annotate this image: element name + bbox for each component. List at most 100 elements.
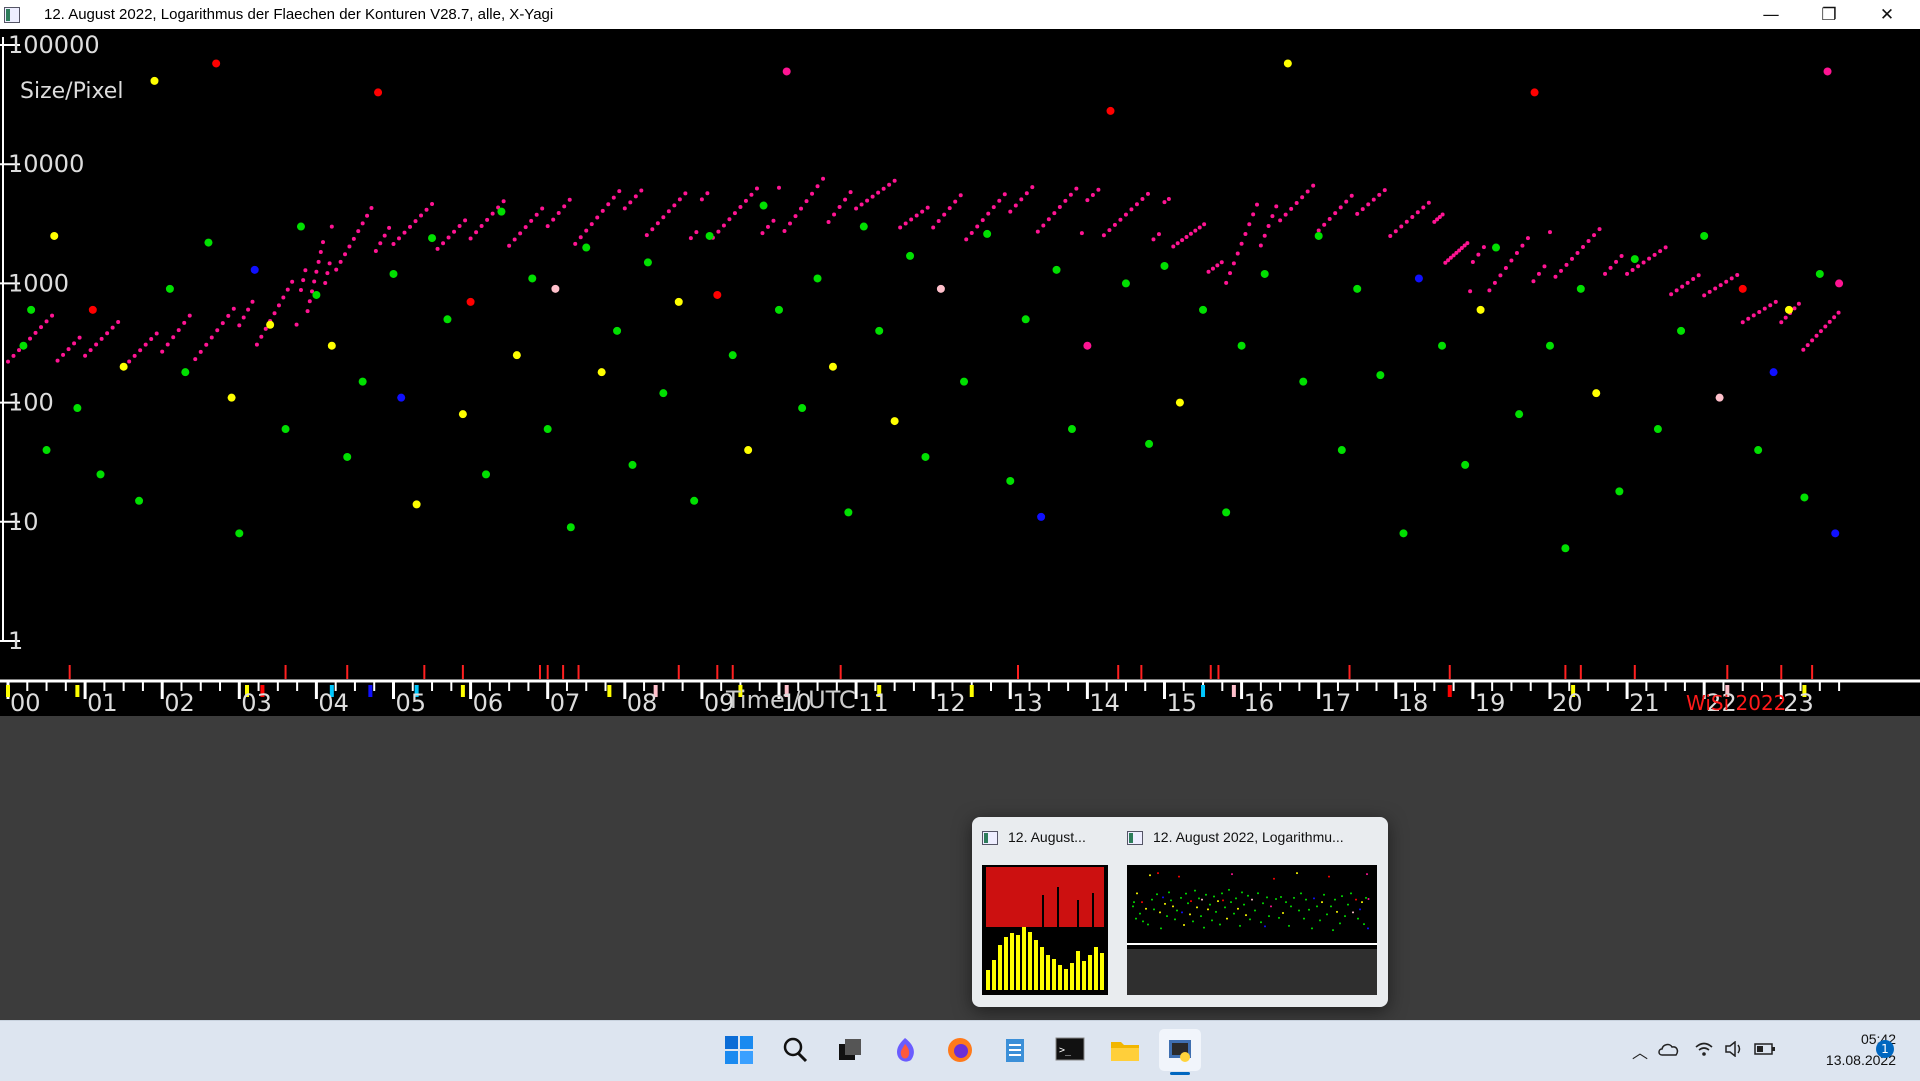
band-point	[699, 197, 704, 202]
x-tick-label: 08	[627, 689, 658, 716]
thumbnail-point	[1363, 923, 1365, 926]
browser-button[interactable]	[884, 1029, 926, 1071]
search-button[interactable]	[774, 1029, 816, 1071]
notepad-button[interactable]	[994, 1029, 1036, 1071]
band-point	[1729, 276, 1734, 281]
band-point	[1283, 212, 1288, 217]
thumbnail-point	[1341, 895, 1343, 898]
thumbnail-point	[1326, 913, 1328, 916]
band-point	[1035, 229, 1040, 234]
band-point	[854, 206, 859, 211]
band-point	[323, 281, 328, 286]
data-point	[528, 274, 537, 283]
band-point	[55, 358, 60, 363]
band-point	[204, 342, 209, 347]
start-button[interactable]	[718, 1029, 760, 1071]
data-point	[859, 222, 868, 231]
data-point	[1815, 269, 1824, 278]
data-point	[312, 290, 321, 299]
band-point	[749, 192, 754, 197]
thumbnail-point	[1323, 893, 1325, 896]
band-point	[997, 198, 1002, 203]
data-point	[1515, 410, 1524, 419]
band-point	[914, 213, 919, 218]
x-tick-label: 03	[241, 689, 272, 716]
thumbnail-point	[1162, 896, 1164, 899]
thumbnail-point	[1268, 915, 1270, 918]
preview-tab-1[interactable]: 12. August...	[982, 829, 1086, 849]
thumbnail-point	[1209, 903, 1211, 906]
firefox-button[interactable]	[939, 1029, 981, 1071]
band-point	[463, 218, 468, 223]
band-point	[1570, 256, 1575, 261]
wifi-icon[interactable]	[1694, 1041, 1714, 1057]
data-point	[443, 315, 452, 324]
battery-icon[interactable]	[1754, 1043, 1776, 1055]
preview-thumbnail-2[interactable]	[1127, 865, 1377, 995]
thumbnail-point	[1308, 908, 1310, 911]
thumbnail-point	[1290, 905, 1292, 908]
band-point	[356, 229, 361, 234]
notification-badge[interactable]: 1	[1876, 1040, 1894, 1058]
thumbnail-point	[1330, 905, 1332, 908]
thumbnail-point	[1151, 898, 1153, 901]
band-point	[430, 201, 435, 206]
band-point	[1243, 231, 1248, 236]
band-point	[534, 212, 539, 217]
data-point	[327, 341, 336, 350]
band-point	[66, 347, 71, 352]
data-point	[1052, 265, 1061, 274]
band-point	[343, 252, 348, 257]
band-point	[1175, 241, 1180, 246]
band-point	[176, 328, 181, 333]
band-point	[237, 323, 242, 328]
band-point	[611, 195, 616, 200]
band-point	[600, 208, 605, 213]
thumbnail-point	[1332, 929, 1334, 932]
band-point	[1274, 204, 1279, 209]
thumbnail-point	[1189, 913, 1191, 916]
band-point	[1140, 197, 1145, 202]
band-point	[870, 194, 875, 199]
band-point	[716, 229, 721, 234]
band-point	[1707, 289, 1712, 294]
task-view-button[interactable]	[829, 1029, 871, 1071]
preview-tab-2[interactable]: 12. August 2022, Logarithmu...	[1127, 829, 1344, 849]
band-point	[644, 233, 649, 238]
band-point	[402, 230, 407, 235]
restore-button[interactable]: ❐	[1800, 0, 1858, 29]
preview-thumbnail-1[interactable]	[982, 865, 1108, 995]
band-point	[1470, 260, 1475, 265]
thumbnail-point	[1350, 892, 1352, 895]
band-point	[633, 194, 638, 199]
onedrive-icon[interactable]	[1658, 1042, 1680, 1056]
speaker-icon[interactable]	[1724, 1041, 1744, 1057]
data-point	[389, 269, 398, 278]
thumbnail-point	[1251, 898, 1253, 901]
band-point	[892, 178, 897, 183]
band-point	[898, 225, 903, 230]
thumbnail-point	[1260, 921, 1262, 924]
band-point	[1289, 206, 1294, 211]
band-point	[1251, 212, 1256, 217]
band-point	[1542, 264, 1547, 269]
terminal-button[interactable]: >_	[1049, 1029, 1091, 1071]
band-point	[17, 348, 22, 353]
band-point	[226, 313, 231, 318]
file-explorer-button[interactable]	[1104, 1029, 1146, 1071]
data-point	[1283, 59, 1292, 68]
band-point	[1239, 241, 1244, 246]
minimize-button[interactable]: —	[1742, 0, 1800, 29]
data-point	[1237, 341, 1246, 350]
band-point	[1300, 195, 1305, 200]
data-point	[458, 410, 467, 419]
python-app-button[interactable]	[1159, 1029, 1201, 1075]
close-button[interactable]: ✕	[1858, 0, 1916, 29]
band-point	[1581, 245, 1586, 250]
band-point	[441, 241, 446, 246]
chevron-up-icon[interactable]: ︿	[1632, 1039, 1648, 1063]
band-point	[1481, 245, 1486, 250]
event-marker	[607, 685, 612, 697]
thumbnail-point	[1185, 892, 1187, 895]
band-point	[1801, 347, 1806, 352]
